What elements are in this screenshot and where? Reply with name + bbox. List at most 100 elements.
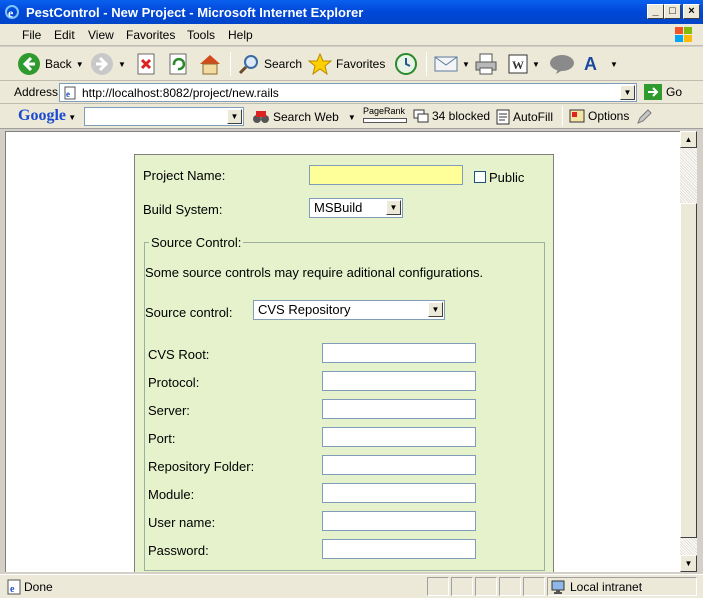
vertical-scrollbar[interactable]: ▲ ▼ (680, 131, 697, 572)
search-button[interactable]: Search (238, 51, 302, 77)
menu-file[interactable]: File (22, 28, 41, 42)
svg-text:e: e (10, 584, 15, 595)
blocked-count-label: 34 blocked (432, 109, 491, 123)
back-label: Back (45, 57, 72, 71)
go-arrow-icon (644, 84, 662, 100)
status-bar: e Done Local intranet (0, 574, 703, 598)
menu-edit[interactable]: Edit (54, 28, 75, 42)
ie-icon: e (5, 5, 19, 20)
popup-blocker-button[interactable]: 34 blocked (413, 109, 490, 123)
menu-bar: File Edit View Favorites Tools Help (0, 24, 703, 46)
google-logo-text: Google (18, 107, 66, 124)
address-label: Address (14, 85, 59, 99)
options-button[interactable]: Options (569, 109, 629, 123)
autofill-label: AutoFill (513, 110, 554, 124)
font-size-icon: A (584, 54, 597, 74)
cvs-field-input[interactable] (322, 539, 476, 559)
source-control-select[interactable]: CVS Repository ▼ (253, 300, 445, 320)
forward-button[interactable]: ▼ (90, 51, 126, 77)
forward-arrow-icon (91, 53, 113, 75)
stop-button[interactable] (136, 51, 156, 77)
pagerank-label: PageRank (363, 106, 406, 116)
svg-text:W: W (512, 58, 524, 72)
pagerank-indicator[interactable]: PageRank (363, 106, 407, 123)
cvs-field-label: Repository Folder: (148, 459, 255, 474)
menu-view[interactable]: View (88, 28, 114, 42)
back-button[interactable]: Back ▼ (17, 51, 84, 77)
cvs-field-input[interactable] (322, 483, 476, 503)
page-done-icon: e (7, 579, 21, 595)
maximize-button[interactable]: □ (664, 4, 681, 19)
mail-icon (434, 56, 458, 72)
word-edit-icon: W (508, 54, 528, 74)
address-input[interactable]: e http://localhost:8082/project/new.rail… (59, 83, 637, 102)
title-bar: e PestControl - New Project - Microsoft … (0, 0, 703, 24)
zone-text: Local intranet (570, 580, 643, 594)
build-system-value: MSBuild (314, 200, 363, 215)
cvs-field-input[interactable] (322, 399, 476, 419)
cvs-field-input[interactable] (322, 511, 476, 531)
project-name-label: Project Name: (143, 168, 226, 183)
go-button[interactable]: Go (644, 84, 682, 100)
project-name-input[interactable] (309, 165, 463, 185)
cvs-field-input[interactable] (322, 427, 476, 447)
google-search-input[interactable]: ▼ (84, 107, 244, 126)
status-pane (523, 577, 545, 596)
scroll-thumb[interactable] (680, 203, 697, 538)
home-button[interactable] (198, 51, 222, 77)
cvs-field-input[interactable] (322, 371, 476, 391)
print-button[interactable] (474, 51, 498, 77)
cvs-field-label: Password: (148, 543, 209, 558)
edit-button[interactable]: W ▼ (508, 51, 540, 77)
favorites-star-icon (308, 53, 332, 75)
refresh-button[interactable] (168, 51, 188, 77)
discuss-button[interactable] (548, 51, 576, 77)
page-icon: e (64, 86, 76, 100)
build-system-select[interactable]: MSBuild ▼ (309, 198, 403, 218)
history-icon (395, 53, 417, 75)
options-label: Options (588, 109, 630, 123)
menu-help[interactable]: Help (228, 28, 253, 42)
search-web-label: Search Web (273, 110, 339, 124)
history-button[interactable] (394, 51, 418, 77)
svg-text:e: e (8, 6, 14, 20)
mail-dropdown-icon: ▼ (462, 59, 470, 69)
build-system-dropdown-icon: ▼ (386, 200, 401, 215)
favorites-button[interactable]: Favorites (308, 51, 385, 77)
window-title: PestControl - New Project - Microsoft In… (26, 5, 364, 20)
google-dropdown-icon: ▼ (66, 113, 77, 122)
mail-button[interactable]: ▼ (434, 51, 470, 77)
search-web-dropdown-icon: ▼ (347, 112, 356, 122)
cvs-field-input[interactable] (322, 343, 476, 363)
search-web-button[interactable]: Search Web ▼ (252, 109, 356, 125)
autofill-button[interactable]: AutoFill (496, 109, 553, 125)
research-button[interactable]: A ▼ (582, 51, 618, 77)
public-checkbox[interactable] (474, 171, 486, 183)
pencil-icon[interactable] (636, 109, 652, 125)
google-search-dropdown-icon[interactable]: ▼ (227, 109, 242, 124)
cvs-field-label: Module: (148, 487, 195, 502)
refresh-icon (169, 53, 187, 75)
close-button[interactable]: × (683, 4, 700, 19)
status-text: Done (24, 580, 53, 594)
svg-text:e: e (66, 89, 70, 99)
messenger-icon (550, 55, 574, 74)
minimize-button[interactable]: _ (647, 4, 664, 19)
back-arrow-icon (18, 53, 40, 75)
menu-favorites[interactable]: Favorites (126, 28, 175, 42)
windows-logo-icon (675, 27, 692, 42)
popup-blocker-icon (413, 109, 429, 123)
printer-icon (475, 53, 497, 75)
menu-tools[interactable]: Tools (187, 28, 215, 42)
scroll-down-icon[interactable]: ▼ (680, 555, 697, 572)
scroll-up-icon[interactable]: ▲ (680, 131, 697, 148)
pagerank-bar (363, 118, 407, 123)
toolbar-separator (426, 52, 427, 76)
cvs-field-label: Port: (148, 431, 176, 446)
cvs-field-input[interactable] (322, 455, 476, 475)
status-pane (499, 577, 521, 596)
cvs-field-label: CVS Root: (148, 347, 210, 362)
search-label: Search (264, 57, 303, 71)
address-dropdown-icon[interactable]: ▼ (620, 85, 635, 100)
google-logo[interactable]: Google ▼ (18, 107, 76, 125)
